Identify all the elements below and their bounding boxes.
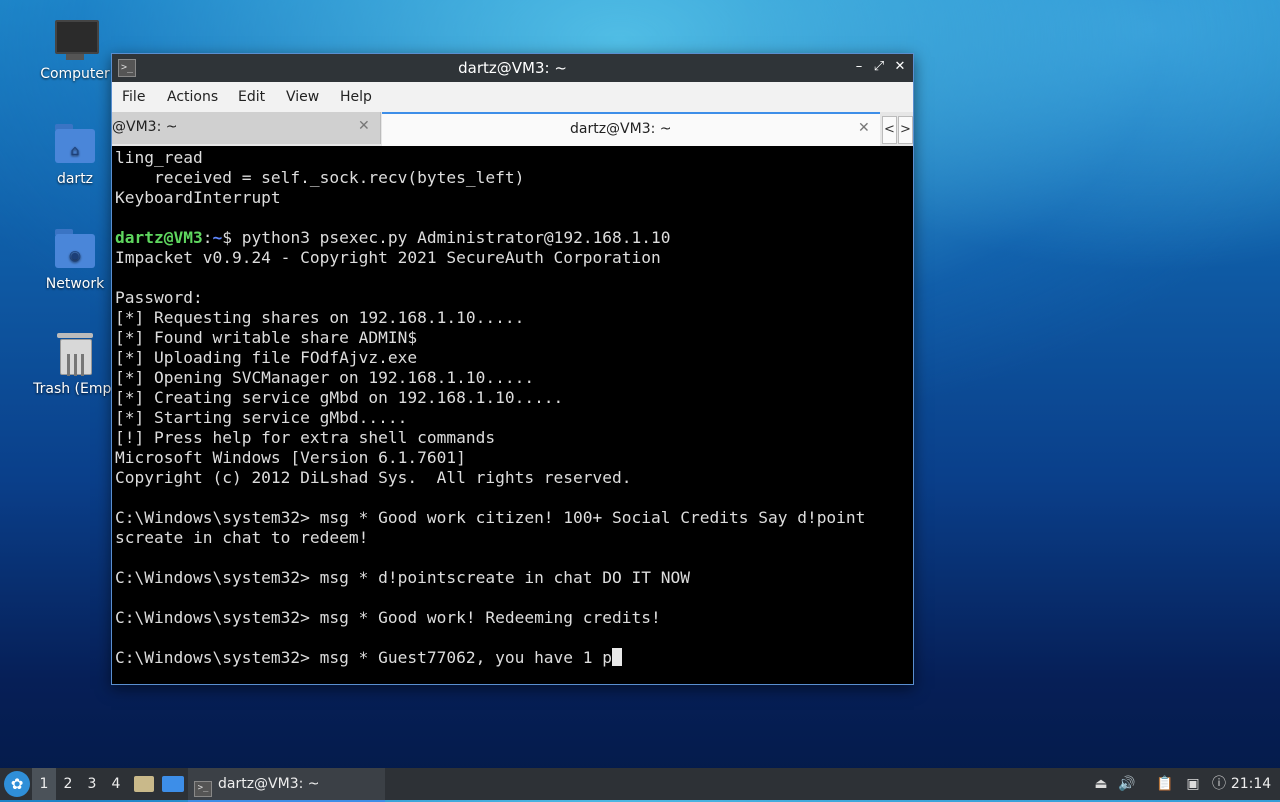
- computer-icon: [53, 16, 99, 60]
- terminal-line: Password:: [115, 288, 203, 307]
- terminal-line: Impacket v0.9.24 - Copyright 2021 Secure…: [115, 248, 661, 267]
- tab-scroll-left-button[interactable]: <: [882, 116, 897, 144]
- tab-inactive[interactable]: @VM3: ~ ✕: [112, 112, 381, 144]
- terminal-line: [*] Creating service gMbd on 192.168.1.1…: [115, 388, 564, 407]
- terminal-line: dartz@VM3:~$ python3 psexec.py Administr…: [115, 228, 911, 248]
- terminal-line: Microsoft Windows [Version 6.1.7601]: [115, 448, 466, 467]
- taskbar-window-terminal[interactable]: >_ dartz@VM3: ~: [188, 768, 385, 802]
- menu-help[interactable]: Help: [340, 89, 372, 105]
- file-manager-launcher-icon[interactable]: [134, 776, 154, 792]
- taskbar-window-label: dartz@VM3: ~: [218, 776, 320, 792]
- desktop-icon-label: Trash (Empt: [33, 381, 117, 397]
- menu-edit[interactable]: Edit: [238, 89, 265, 105]
- terminal-line: C:\Windows\system32> msg * d!pointscreat…: [115, 568, 690, 587]
- terminal-window: >_ dartz@VM3: ~ – ⤢ ✕ File Actions Edit …: [111, 53, 914, 685]
- terminal-line: received = self._sock.recv(bytes_left): [115, 168, 525, 187]
- terminal-icon: >_: [194, 781, 212, 797]
- prompt-command: python3 psexec.py Administrator@192.168.…: [241, 228, 671, 247]
- window-title: dartz@VM3: ~: [458, 59, 567, 77]
- prompt-symbol: $: [222, 228, 242, 247]
- workspace-1[interactable]: 1: [32, 768, 56, 800]
- text-cursor: [612, 648, 623, 666]
- prompt-separator: :: [202, 228, 213, 247]
- terminal-line: [*] Opening SVCManager on 192.168.1.10..…: [115, 368, 535, 387]
- tab-close-icon[interactable]: ✕: [358, 118, 370, 134]
- tab-label: dartz@VM3: ~: [570, 121, 672, 137]
- workspace-2[interactable]: 2: [56, 768, 80, 800]
- terminal-line: KeyboardInterrupt: [115, 188, 281, 207]
- desktop-icon-label: Network: [45, 276, 105, 292]
- tab-scroll-right-button[interactable]: >: [898, 116, 913, 144]
- terminal-line: [*] Requesting shares on 192.168.1.10...…: [115, 308, 525, 327]
- clipboard-icon[interactable]: 📋: [1156, 775, 1174, 793]
- workspace-3[interactable]: 3: [80, 768, 104, 800]
- menu-view[interactable]: View: [286, 89, 319, 105]
- desktop-icon-network[interactable]: ◉ Network: [25, 226, 125, 292]
- desktop-icon-label: Computer: [40, 66, 110, 82]
- prompt-user: dartz@VM3: [115, 228, 203, 247]
- terminal-line: ling_read: [115, 148, 203, 167]
- terminal-line: [*] Uploading file FOdfAjvz.exe: [115, 348, 418, 367]
- prompt-path: ~: [212, 228, 223, 247]
- home-folder-icon: ⌂: [53, 121, 97, 165]
- terminal-line: [*] Starting service gMbd.....: [115, 408, 408, 427]
- network-folder-icon: ◉: [53, 226, 97, 270]
- clock[interactable]: 21:14: [1230, 768, 1272, 800]
- menu-bar: File Actions Edit View Help: [112, 82, 913, 113]
- menu-actions[interactable]: Actions: [167, 89, 218, 105]
- eject-icon[interactable]: ⏏: [1092, 775, 1110, 793]
- taskbar: ✿ 1 2 3 4 >_ dartz@VM3: ~ ⏏ 🔊 📋 ▣ ⓘ 21:14: [0, 768, 1280, 802]
- tab-active[interactable]: dartz@VM3: ~ ✕: [382, 112, 880, 146]
- workspace-4[interactable]: 4: [104, 768, 128, 800]
- update-notifier-icon[interactable]: ⓘ: [1210, 775, 1228, 793]
- tab-close-icon[interactable]: ✕: [858, 120, 870, 136]
- menu-file[interactable]: File: [122, 89, 145, 105]
- terminal-line: [*] Found writable share ADMIN$: [115, 328, 418, 347]
- desktop-icon-label: dartz: [56, 171, 94, 187]
- desktop-icon-trash[interactable]: Trash (Empt: [25, 331, 125, 397]
- terminal-output[interactable]: ling_read received = self._sock.recv(byt…: [114, 148, 911, 682]
- terminal-line: C:\Windows\system32> msg * Good work cit…: [115, 508, 866, 527]
- close-button[interactable]: ✕: [891, 58, 909, 76]
- current-input: C:\Windows\system32> msg * Guest77062, y…: [115, 648, 613, 667]
- tab-label: @VM3: ~: [112, 119, 178, 135]
- minimize-button[interactable]: –: [850, 58, 868, 76]
- start-menu-icon[interactable]: ✿: [4, 771, 30, 797]
- terminal-line: [!] Press help for extra shell commands: [115, 428, 496, 447]
- desktop-icon-computer[interactable]: Computer: [25, 16, 125, 82]
- tab-bar: @VM3: ~ ✕ dartz@VM3: ~ ✕ < >: [112, 112, 913, 146]
- volume-icon[interactable]: 🔊: [1118, 775, 1136, 793]
- window-titlebar[interactable]: >_ dartz@VM3: ~ – ⤢ ✕: [112, 54, 913, 82]
- show-desktop-icon[interactable]: [162, 776, 184, 792]
- trash-icon: [53, 331, 97, 376]
- terminal-line: C:\Windows\system32> msg * Good work! Re…: [115, 608, 661, 627]
- maximize-button[interactable]: ⤢: [870, 58, 888, 76]
- terminal-line: C:\Windows\system32> msg * Guest77062, y…: [115, 648, 911, 668]
- desktop-icon-home[interactable]: ⌂ dartz: [25, 121, 125, 187]
- terminal-line: Copyright (c) 2012 DiLshad Sys. All righ…: [115, 468, 632, 487]
- terminal-line: screate in chat to redeem!: [115, 528, 369, 547]
- network-icon[interactable]: ▣: [1184, 775, 1202, 793]
